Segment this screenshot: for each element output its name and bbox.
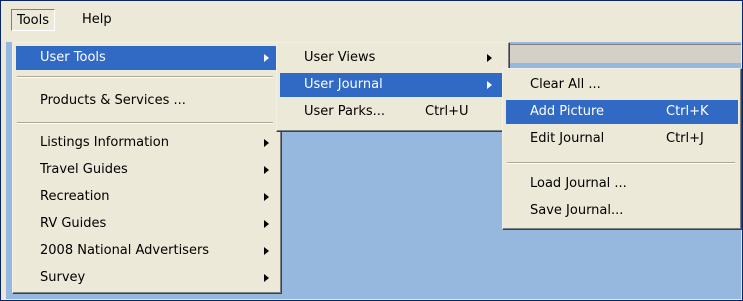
menu-item-listings-information[interactable]: Listings Information (16, 131, 276, 155)
menu-item-shortcut: Ctrl+U (425, 104, 469, 119)
menu-item-shortcut: Ctrl+J (666, 131, 704, 146)
menu-item-label: 2008 National Advertisers (40, 243, 210, 258)
menu-item-label: User Journal (304, 77, 383, 92)
menu-item-label: Load Journal ... (530, 176, 627, 191)
menu-item-label: Recreation (40, 189, 110, 204)
menu-item-label: Add Picture (530, 104, 605, 119)
menu-item-label: Clear All ... (530, 77, 601, 92)
submenu-arrow-icon (264, 139, 269, 147)
menu-item-label: User Tools (40, 50, 106, 65)
menu-item-label: Edit Journal (530, 131, 605, 146)
menu-bar: Tools Help (1, 1, 740, 35)
menu-item-shortcut: Ctrl+K (666, 104, 709, 119)
submenu-arrow-icon (264, 54, 269, 62)
menu-item-products-services[interactable]: Products & Services ... (16, 89, 276, 113)
submenu-arrow-icon (264, 247, 269, 255)
menu-item-clear-all[interactable]: Clear All ... (506, 73, 738, 97)
menu-item-user-views[interactable]: User Views (280, 46, 506, 70)
menu-help[interactable]: Help (77, 9, 117, 31)
tools-dropdown: User Tools Products & Services ... Listi… (12, 42, 282, 294)
menu-separator (17, 122, 273, 124)
menu-item-national-advertisers[interactable]: 2008 National Advertisers (16, 239, 276, 263)
menu-item-label: Survey (40, 270, 86, 285)
menu-item-add-picture[interactable]: Add Picture Ctrl+K (506, 100, 738, 124)
menu-item-user-journal[interactable]: User Journal (280, 73, 506, 97)
menu-item-user-tools[interactable]: User Tools (16, 46, 276, 70)
menu-item-label: RV Guides (40, 216, 107, 231)
submenu-arrow-icon (264, 220, 269, 228)
submenu-arrow-icon (487, 54, 492, 62)
submenu-arrow-icon (487, 81, 492, 89)
menu-separator (507, 162, 735, 164)
menu-item-label: User Parks... (304, 104, 386, 119)
menu-item-edit-journal[interactable]: Edit Journal Ctrl+J (506, 127, 738, 151)
menu-item-recreation[interactable]: Recreation (16, 185, 276, 209)
menu-separator (17, 76, 273, 78)
menu-item-survey[interactable]: Survey (16, 266, 276, 290)
menu-item-label: Listings Information (40, 135, 169, 150)
user-tools-submenu: User Views User Journal User Parks... Ct… (276, 42, 510, 132)
menu-item-label: User Views (304, 50, 376, 65)
menu-item-load-journal[interactable]: Load Journal ... (506, 172, 738, 196)
menu-item-user-parks[interactable]: User Parks... Ctrl+U (280, 100, 506, 124)
submenu-arrow-icon (264, 274, 269, 282)
menu-item-label: Products & Services ... (40, 93, 186, 108)
submenu-arrow-icon (264, 166, 269, 174)
submenu-arrow-icon (264, 193, 269, 201)
menu-tools[interactable]: Tools (11, 9, 56, 31)
user-journal-submenu: Clear All ... Add Picture Ctrl+K Edit Jo… (502, 68, 742, 230)
menu-item-label: Save Journal... (530, 203, 624, 218)
menu-item-label: Travel Guides (40, 162, 128, 177)
menu-item-save-journal[interactable]: Save Journal... (506, 199, 738, 223)
app-window: Tools Help User Tools Products & Service… (0, 0, 743, 301)
menu-item-travel-guides[interactable]: Travel Guides (16, 158, 276, 182)
toolbar-strip (510, 44, 741, 63)
menu-item-rv-guides[interactable]: RV Guides (16, 212, 276, 236)
